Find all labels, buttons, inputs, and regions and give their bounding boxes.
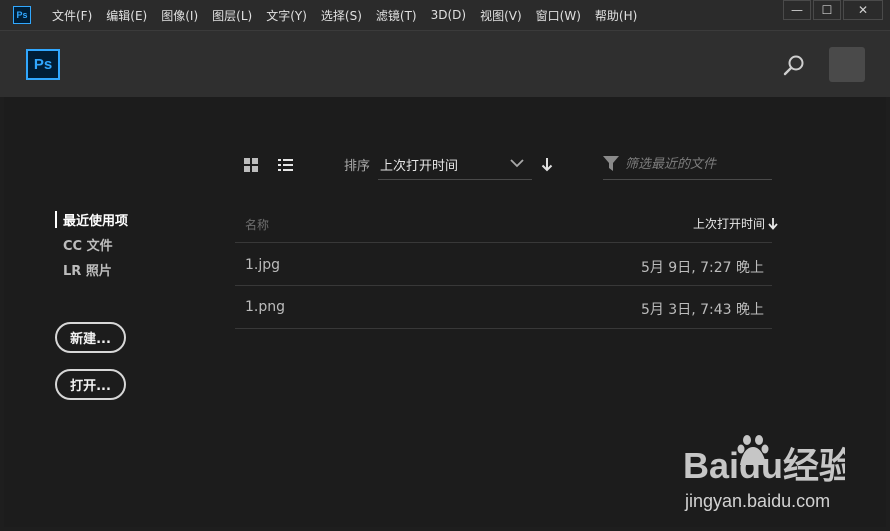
menu-layer[interactable]: 图层(L) — [212, 7, 252, 24]
active-indicator — [55, 211, 57, 228]
grid-view-icon[interactable] — [244, 158, 258, 172]
chevron-down-icon — [510, 159, 524, 168]
menu-help[interactable]: 帮助(H) — [595, 7, 637, 24]
open-button[interactable]: 打开... — [55, 369, 126, 400]
arrow-down-icon — [768, 217, 778, 230]
filter-box — [603, 149, 772, 180]
menu-bar: Ps 文件(F) 编辑(E) 图像(I) 图层(L) 文字(Y) 选择(S) 滤… — [0, 0, 890, 31]
file-name[interactable]: 1.png — [245, 299, 285, 315]
file-name[interactable]: 1.jpg — [245, 257, 280, 273]
new-button[interactable]: 新建... — [55, 322, 126, 353]
file-date: 5月 9日, 7:27 晚上 — [640, 260, 764, 276]
window-controls: — ☐ ✕ — [781, 0, 883, 22]
close-button[interactable]: ✕ — [843, 0, 883, 20]
menu-filter[interactable]: 滤镜(T) — [376, 7, 417, 24]
maximize-button[interactable]: ☐ — [813, 0, 841, 20]
sidebar-item-cc-files[interactable]: CC 文件 — [63, 235, 113, 254]
watermark-brand: Baidu经验 — [683, 445, 845, 486]
file-date: 5月 3日, 7:43 晚上 — [640, 302, 764, 318]
menu-edit[interactable]: 编辑(E) — [106, 7, 147, 24]
menu-3d[interactable]: 3D(D) — [431, 8, 466, 22]
menu-type[interactable]: 文字(Y) — [266, 7, 307, 24]
sort-dropdown[interactable]: 上次打开时间 — [378, 149, 532, 180]
watermark-url: jingyan.baidu.com — [685, 491, 831, 511]
list-view-icon[interactable] — [278, 158, 293, 172]
app-icon: Ps — [13, 6, 31, 24]
avatar[interactable] — [829, 47, 865, 82]
app-header — [0, 31, 890, 97]
menu-view[interactable]: 视图(V) — [480, 7, 522, 24]
row-divider — [235, 242, 772, 243]
minimize-button[interactable]: — — [783, 0, 811, 20]
column-header-name[interactable]: 名称 — [245, 216, 269, 233]
column-header-date-label: 上次打开时间 — [692, 217, 765, 231]
menu-file[interactable]: 文件(F) — [52, 7, 92, 24]
filter-icon — [603, 156, 619, 171]
photoshop-logo: Ps — [26, 49, 60, 80]
menu-select[interactable]: 选择(S) — [321, 7, 362, 24]
sort-label: 排序 — [344, 159, 371, 174]
menu-window[interactable]: 窗口(W) — [536, 7, 581, 24]
row-divider — [235, 328, 772, 329]
filter-input[interactable] — [625, 153, 765, 175]
sort-value: 上次打开时间 — [380, 159, 459, 174]
sidebar-item-recent[interactable]: 最近使用项 — [63, 210, 128, 229]
sidebar-item-lr-photos[interactable]: LR 照片 — [63, 260, 112, 279]
sort-direction-icon[interactable] — [541, 157, 553, 172]
row-divider — [235, 285, 772, 286]
menu-image[interactable]: 图像(I) — [161, 7, 198, 24]
search-icon[interactable] — [783, 54, 805, 76]
column-header-date[interactable]: 上次打开时间 — [693, 215, 778, 232]
